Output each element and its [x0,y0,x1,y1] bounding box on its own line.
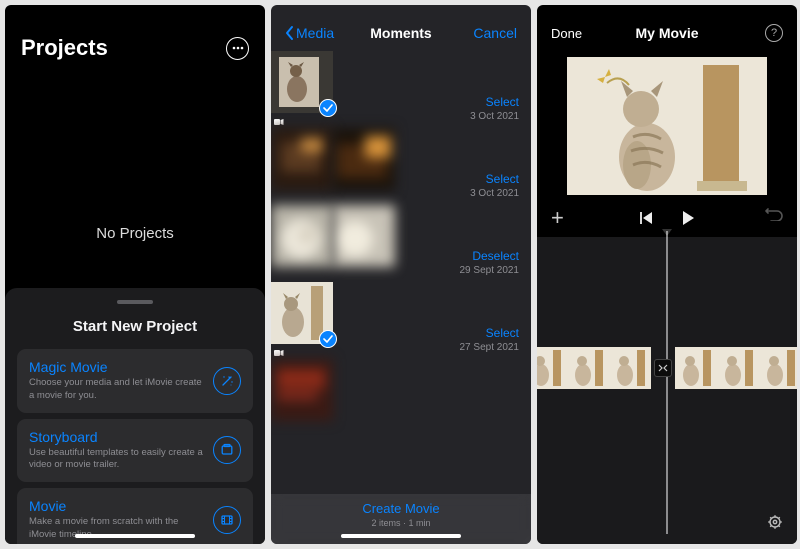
media-picker-screen: Media Moments Cancel Select 3 Oct 2021 S… [271,5,531,544]
moment-meta[interactable]: Select 3 Oct 2021 [470,172,519,199]
back-label: Media [296,25,334,41]
no-projects-label: No Projects [5,225,265,242]
clip-frame [759,347,797,389]
help-button[interactable]: ? [765,24,783,42]
home-indicator[interactable] [341,534,461,538]
home-indicator[interactable] [75,534,195,538]
option-desc: Make a movie from scratch with the iMovi… [29,516,203,542]
option-title: Storyboard [29,429,203,445]
storyboard-icon [213,436,241,464]
moment-meta[interactable]: Deselect 29 Sept 2021 [460,249,520,276]
video-badge-icon [274,350,284,356]
clip-frame [675,347,717,389]
video-badge-icon [274,119,284,125]
editor-screen: Done My Movie ? + [537,5,797,544]
moment-date: 29 Sept 2021 [460,265,520,276]
cancel-button[interactable]: Cancel [473,25,517,41]
moment-row[interactable]: Select 3 Oct 2021 [271,128,531,205]
gear-icon [767,514,783,530]
transition-button[interactable] [654,359,672,377]
moment-row[interactable] [271,359,531,421]
media-thumbnail[interactable] [271,205,333,267]
clip-frame [537,347,567,389]
moment-date: 3 Oct 2021 [470,111,519,122]
picker-header: Media Moments Cancel [271,5,531,51]
film-icon [213,506,241,534]
projects-header: Projects [5,5,265,71]
moment-date: 27 Sept 2021 [460,342,520,353]
moment-row[interactable]: Deselect 29 Sept 2021 [271,205,531,282]
rewind-button[interactable] [639,211,655,225]
selected-checkmark-icon [319,99,337,117]
option-desc: Choose your media and let iMovie create … [29,377,203,403]
select-action: Select [470,95,519,109]
done-button[interactable]: Done [551,26,582,41]
settings-button[interactable] [767,514,783,530]
moment-row[interactable]: Select 27 Sept 2021 [271,282,531,359]
select-action: Select [470,172,519,186]
timeline[interactable] [537,237,797,544]
clip-frame [567,347,609,389]
chevron-left-icon [285,25,295,41]
magic-wand-icon [213,367,241,395]
more-options-button[interactable] [226,37,249,60]
preview-viewport [537,53,797,198]
clip-frame [717,347,759,389]
editor-header: Done My Movie ? [537,5,797,49]
option-desc: Use beautiful templates to easily create… [29,447,203,473]
create-movie-label: Create Movie [271,501,531,516]
storyboard-option[interactable]: Storyboard Use beautiful templates to ea… [17,419,253,483]
magic-movie-option[interactable]: Magic Movie Choose your media and let iM… [17,349,253,413]
undo-button[interactable] [765,207,783,221]
moment-date: 3 Oct 2021 [470,188,519,199]
option-title: Magic Movie [29,359,203,375]
select-action: Deselect [460,249,520,263]
media-thumbnail[interactable] [333,205,395,267]
sheet-title: Start New Project [15,318,255,335]
moment-meta[interactable]: Select 27 Sept 2021 [460,326,520,353]
media-thumbnail[interactable] [271,128,333,190]
moment-meta[interactable]: Select 3 Oct 2021 [470,95,519,122]
select-action: Select [460,326,520,340]
media-thumbnail[interactable] [271,359,333,421]
media-thumbnail[interactable] [333,128,395,190]
ellipsis-icon [232,46,244,50]
moment-row[interactable]: Select 3 Oct 2021 [271,51,531,128]
create-movie-sub: 2 items · 1 min [271,518,531,528]
moments-list[interactable]: Select 3 Oct 2021 Select 3 Oct 2021 Dese… [271,51,531,506]
back-button[interactable]: Media [285,25,334,41]
preview-frame [567,57,767,195]
new-project-sheet: Start New Project Magic Movie Choose you… [5,288,265,544]
timeline-clip[interactable] [537,347,797,389]
sheet-grabber[interactable] [117,300,153,304]
option-title: Movie [29,498,203,514]
projects-screen: Projects No Projects Start New Project M… [5,5,265,544]
play-button[interactable] [681,210,695,226]
selected-checkmark-icon [319,330,337,348]
projects-title: Projects [21,35,108,61]
clip-frame [609,347,651,389]
